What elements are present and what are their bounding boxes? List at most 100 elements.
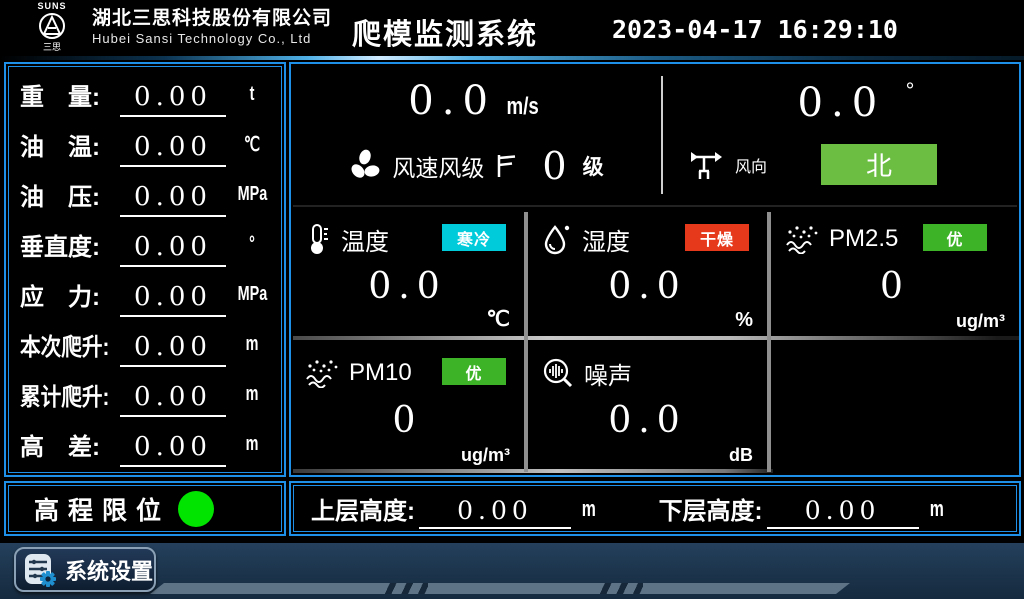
metric-unit: MPa xyxy=(238,183,267,206)
fan-icon xyxy=(348,149,382,183)
sensor-cell-pm25: PM2.5 优 0 ug/m³ xyxy=(771,208,1019,336)
sensor-name: 湿度 xyxy=(582,222,630,257)
dust-particles-icon xyxy=(785,224,819,254)
grid-line xyxy=(293,336,1019,340)
status-badge: 寒冷 xyxy=(442,224,506,251)
metric-row-current-climb: 本次爬升: 0.00 m xyxy=(20,319,272,369)
wind-speed-label: 风速风级 xyxy=(392,149,484,183)
sensor-name: PM10 xyxy=(349,359,412,387)
wind-vane-icon xyxy=(687,148,723,182)
metric-unit: m xyxy=(238,433,267,456)
upper-height-unit: m xyxy=(582,496,596,522)
sensor-value: 0.0 xyxy=(528,266,767,307)
metric-value: 0.00 xyxy=(120,432,226,467)
metric-label: 累计爬升: xyxy=(20,377,104,412)
company-name-en: Hubei Sansi Technology Co., Ltd xyxy=(92,30,332,48)
status-badge: 优 xyxy=(923,224,987,251)
sensor-cell-pm10: PM10 优 0 ug/m³ xyxy=(291,342,524,470)
metric-row-oil-temp: 油 温: 0.00 ℃ xyxy=(20,120,272,170)
sensor-name: 温度 xyxy=(341,222,389,257)
wind-level-unit: 级 xyxy=(583,151,604,181)
company-name-cn: 湖北三思科技股份有限公司 xyxy=(92,7,332,30)
system-settings-button[interactable]: 系统设置 xyxy=(14,547,156,592)
water-drop-icon xyxy=(542,223,572,255)
sensor-unit: ℃ xyxy=(486,307,510,332)
sensor-name: PM2.5 xyxy=(829,225,898,253)
sansi-logo-icon xyxy=(35,11,69,43)
heights-panel: 上层高度: 0.00 m 下层高度: 0.00 m xyxy=(289,481,1021,536)
elevation-limit-panel: 高程限位 xyxy=(4,481,286,536)
metric-row-weight: 重 量: 0.00 t xyxy=(20,70,272,120)
metric-value: 0.00 xyxy=(120,382,226,417)
environment-panel: 0.0 m/s 风速风级 0 级 xyxy=(289,62,1021,477)
sensor-cell-empty xyxy=(771,342,1019,470)
dust-particles-icon xyxy=(305,358,339,388)
metric-row-height-diff: 高 差: 0.00 m xyxy=(20,419,272,469)
wind-direction-label: 风向 xyxy=(735,153,767,177)
company-logo: SUNS 三思 xyxy=(20,1,84,56)
metric-unit: MPa xyxy=(238,283,267,306)
sensor-unit: dB xyxy=(729,445,753,466)
status-badge: 干燥 xyxy=(685,224,749,251)
sensor-cell-noise: 噪声 0.0 dB xyxy=(528,342,767,470)
metric-label: 高 差: xyxy=(20,427,118,462)
metric-label: 应 力: xyxy=(20,277,118,312)
company-name: 湖北三思科技股份有限公司 Hubei Sansi Technology Co.,… xyxy=(92,7,332,48)
upper-height-label: 上层高度: xyxy=(311,491,415,526)
wind-speed-section: 0.0 m/s 风速风级 0 级 xyxy=(291,64,661,205)
lower-height-label: 下层高度: xyxy=(659,491,763,526)
lower-height-group: 下层高度: 0.00 m xyxy=(659,488,947,529)
metric-value: 0.00 xyxy=(120,132,226,167)
metric-row-total-climb: 累计爬升: 0.00 m xyxy=(20,369,272,419)
upper-height-value: 0.00 xyxy=(419,496,571,529)
settings-sliders-gear-icon xyxy=(23,552,57,588)
footer-decorative-stripe xyxy=(150,583,850,594)
status-badge: 优 xyxy=(442,358,506,385)
wind-speed-unit: m/s xyxy=(507,93,539,121)
thermometer-icon xyxy=(305,223,331,255)
metric-row-stress: 应 力: 0.00 MPa xyxy=(20,270,272,320)
metric-value: 0.00 xyxy=(120,82,226,117)
metric-value: 0.00 xyxy=(120,282,226,317)
elevation-limit-label: 高程限位 xyxy=(34,491,170,527)
sensor-cell-humidity: 湿度 干燥 0.0 % xyxy=(528,208,767,336)
metric-value: 0.00 xyxy=(120,232,226,267)
header-divider xyxy=(0,56,1024,60)
metric-unit: ° xyxy=(238,233,267,256)
stripe-slashes xyxy=(380,583,428,594)
wind-direction-section: 0.0 ° 风向 北 xyxy=(663,64,1019,205)
datetime-display: 2023-04-17 16:29:10 xyxy=(612,15,898,44)
metric-value: 0.00 xyxy=(120,332,226,367)
sensor-value: 0.0 xyxy=(291,266,524,307)
upper-height-group: 上层高度: 0.00 m xyxy=(311,488,599,529)
elevation-limit-status-indicator xyxy=(178,491,214,527)
sensor-value: 0 xyxy=(771,266,1019,307)
stripe-slashes xyxy=(595,583,643,594)
metric-value: 0.00 xyxy=(120,182,226,217)
lower-height-value: 0.00 xyxy=(767,496,919,529)
metric-unit: t xyxy=(238,83,267,106)
wind-direction-unit: ° xyxy=(906,78,915,103)
sensor-cell-temperature: 温度 寒冷 0.0 ℃ xyxy=(291,208,524,336)
metric-label: 垂直度: xyxy=(20,227,118,262)
sensor-unit: % xyxy=(735,309,753,332)
climbing-formwork-monitor-screen: SUNS 三思 湖北三思科技股份有限公司 Hubei Sansi Technol… xyxy=(0,0,1024,599)
grid-line xyxy=(293,205,1017,207)
metrics-panel: 重 量: 0.00 t 油 温: 0.00 ℃ 油 压: 0.00 MPa 垂直… xyxy=(4,62,286,477)
lower-height-unit: m xyxy=(929,496,943,522)
metric-label: 油 温: xyxy=(20,127,118,162)
metric-label: 油 压: xyxy=(20,177,118,212)
page-title: 爬模监测系统 xyxy=(352,11,538,53)
metric-unit: m xyxy=(238,333,267,356)
header: SUNS 三思 湖北三思科技股份有限公司 Hubei Sansi Technol… xyxy=(0,0,1024,57)
sensor-name: 噪声 xyxy=(584,356,632,391)
wind-level-flag-icon xyxy=(494,152,518,180)
system-settings-label: 系统设置 xyxy=(65,554,153,586)
sensor-value: 0 xyxy=(291,400,524,441)
logo-top-text: SUNS xyxy=(20,1,84,11)
wind-speed-value: 0.0 xyxy=(408,78,496,124)
noise-meter-icon xyxy=(542,357,574,389)
metric-label: 本次爬升: xyxy=(20,327,104,362)
metric-unit: m xyxy=(238,383,267,406)
wind-direction-display: 北 xyxy=(821,144,937,185)
